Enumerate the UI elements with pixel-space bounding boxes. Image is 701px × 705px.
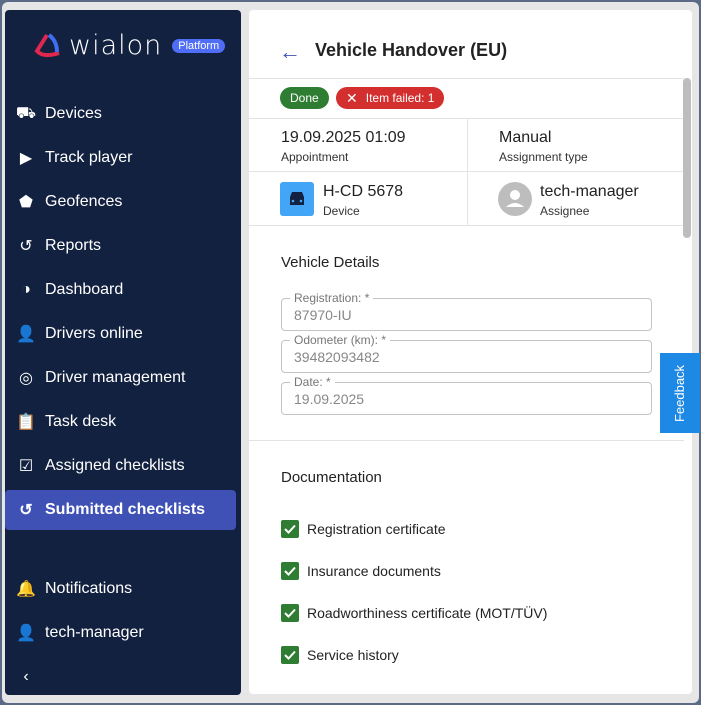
checkbox-checked-icon[interactable]	[281, 520, 299, 538]
sidebar-item-label: Track player	[45, 149, 133, 166]
page-title: Vehicle Handover (EU)	[315, 40, 508, 60]
appointment-value: 19.09.2025 01:09	[281, 129, 406, 146]
sidebar-item-label: Assigned checklists	[45, 457, 185, 474]
checklist-item-label: Registration certificate	[307, 521, 446, 537]
close-icon: ✕	[346, 89, 358, 106]
sidebar-item-driver-management[interactable]: ◎ Driver management	[5, 358, 236, 398]
avatar	[498, 182, 532, 216]
chevron-left-icon: ‹	[23, 668, 29, 685]
devices-icon: ⛟	[15, 105, 37, 122]
divider	[249, 440, 684, 441]
bell-icon: 🔔	[16, 581, 36, 598]
sidebar-item-label: Geofences	[45, 193, 123, 210]
sidebar-item-reports[interactable]: ↺ Reports	[5, 226, 236, 266]
sidebar: wialon Platform ⛟ Devices ▶ Track player ⬟ Ge…	[5, 10, 241, 695]
failed-count: Item failed: 1	[365, 91, 435, 105]
back-arrow-icon[interactable]: ←	[279, 39, 301, 65]
checklist-icon: ☑	[18, 458, 34, 475]
sidebar-item-notifications[interactable]: 🔔 Notifications	[5, 569, 236, 609]
sidebar-item-label: Task desk	[45, 413, 117, 430]
field-label: Date: *	[290, 375, 335, 389]
sidebar-item-geofences[interactable]: ⬟ Geofences	[5, 182, 236, 222]
field-label: Registration: *	[290, 291, 374, 305]
field-value: 87970-IU	[294, 307, 352, 323]
date-field[interactable]: Date: * 19.09.2025	[281, 375, 652, 415]
assignment-type-value: Manual	[499, 129, 552, 146]
divider	[249, 225, 684, 226]
sidebar-item-submitted-checklists[interactable]: ↺ Submitted checklists	[5, 490, 236, 530]
registration-field[interactable]: Registration: * 87970-IU	[281, 291, 652, 331]
sidebar-item-label: Submitted checklists	[45, 501, 206, 518]
clipboard-icon: 📋	[16, 414, 36, 431]
status-badge-failed: ✕ Item failed: 1	[336, 87, 445, 109]
pentagon-icon: ⬟	[19, 194, 33, 211]
field-value: 39482093482	[294, 349, 380, 365]
sidebar-item-assigned-checklists[interactable]: ☑ Assigned checklists	[5, 446, 236, 486]
device-label: Device	[323, 204, 360, 218]
field-label: Odometer (km): *	[290, 333, 391, 347]
sidebar-item-task-desk[interactable]: 📋 Task desk	[5, 402, 236, 442]
pie-icon: ◑	[21, 281, 31, 298]
checklist-item[interactable]: Service history	[281, 646, 399, 664]
sidebar-item-label: Dashboard	[45, 281, 124, 298]
platform-badge: Platform	[172, 38, 226, 53]
sidebar-item-track-player[interactable]: ▶ Track player	[5, 138, 236, 178]
section-title-documentation: Documentation	[281, 469, 382, 486]
collapse-sidebar-button[interactable]: ‹	[5, 657, 236, 697]
sidebar-item-label: tech-manager	[45, 624, 144, 641]
play-icon: ▶	[19, 150, 33, 167]
status-badge-done: Done	[280, 87, 329, 109]
user-icon: 👤	[16, 625, 36, 642]
checkbox-checked-icon[interactable]	[281, 604, 299, 622]
sidebar-item-dashboard[interactable]: ◑ Dashboard	[5, 270, 236, 310]
sidebar-item-label: Notifications	[45, 580, 133, 597]
checklist-item[interactable]: Roadworthiness certificate (MOT/TÜV)	[281, 604, 547, 622]
odometer-field[interactable]: Odometer (km): * 39482093482	[281, 333, 652, 373]
checklist-item-label: Service history	[307, 647, 399, 663]
steering-icon: ◎	[19, 370, 33, 387]
checklist-item-label: Insurance documents	[307, 563, 441, 579]
checklist-item[interactable]: Insurance documents	[281, 562, 441, 580]
feedback-button[interactable]: Feedback	[660, 353, 700, 433]
checklist-item[interactable]: Registration certificate	[281, 520, 446, 538]
sidebar-item-devices[interactable]: ⛟ Devices	[5, 94, 236, 134]
feedback-label: Feedback	[672, 364, 688, 422]
checklist-detail-card: ← Vehicle Handover (EU) Done ✕ Item faile…	[249, 10, 692, 694]
divider	[249, 78, 684, 79]
divider	[467, 118, 468, 226]
appointment-label: Appointment	[281, 150, 349, 164]
assignee-label: Assignee	[540, 204, 590, 218]
assignment-type-label: Assignment type	[499, 150, 588, 164]
sidebar-item-label: Devices	[45, 105, 102, 122]
sidebar-item-label: Reports	[45, 237, 102, 254]
logo: wialon Platform	[33, 30, 226, 61]
sidebar-item-label: Drivers online	[45, 325, 143, 342]
checkbox-checked-icon[interactable]	[281, 646, 299, 664]
sidebar-item-label: Driver management	[45, 369, 186, 386]
history-icon: ↺	[19, 238, 33, 255]
divider	[249, 171, 684, 172]
history-icon: ↺	[19, 502, 33, 519]
field-value: 19.09.2025	[294, 391, 365, 407]
sidebar-item-drivers-online[interactable]: 👤 Drivers online	[5, 314, 236, 354]
section-title-vehicle-details: Vehicle Details	[281, 254, 380, 271]
wialon-logo-icon	[34, 32, 60, 57]
device-value[interactable]: H-CD 5678	[323, 183, 403, 201]
assignee-value: tech-manager	[540, 183, 639, 200]
logo-text: wialon	[69, 30, 163, 61]
car-icon	[280, 182, 314, 216]
driver-icon: 👤	[16, 326, 36, 343]
scrollbar[interactable]	[683, 78, 691, 238]
sidebar-item-tech-manager[interactable]: 👤 tech-manager	[5, 613, 236, 653]
checkbox-checked-icon[interactable]	[281, 562, 299, 580]
checklist-item-label: Roadworthiness certificate (MOT/TÜV)	[307, 605, 548, 621]
